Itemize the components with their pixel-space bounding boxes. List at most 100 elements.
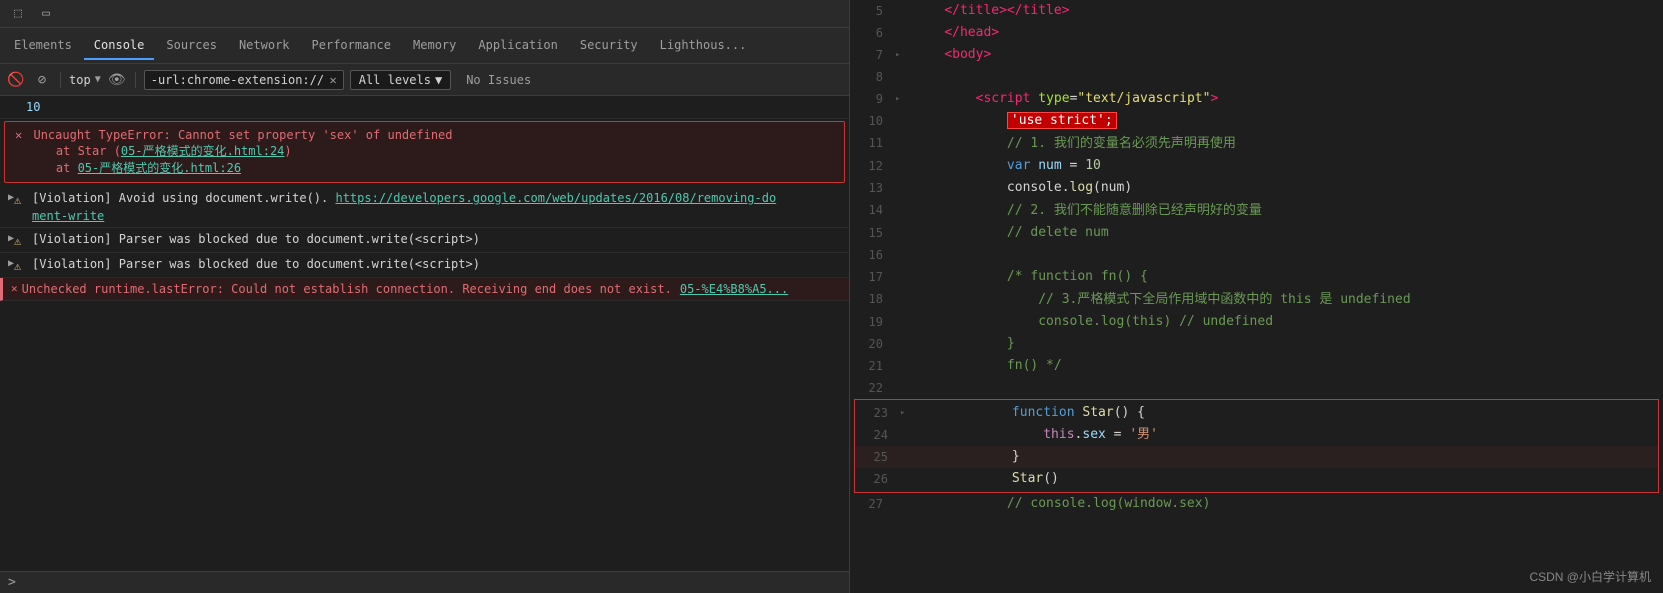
toolbar-separator	[60, 72, 61, 88]
line-number-7: 7	[850, 44, 895, 66]
line-content-19: console.log(this) // undefined	[909, 311, 1663, 333]
console-bottom-bar: >	[0, 571, 849, 593]
line-number-8: 8	[850, 66, 895, 88]
line-arrow-7: ▸	[895, 44, 909, 66]
line-number-18: 18	[850, 288, 895, 310]
context-label: top	[69, 73, 91, 87]
code-line-5: 5 </title></title>	[850, 0, 1663, 22]
devtools-topbar: ⬚ ▭	[0, 0, 849, 28]
code-line-11: 11 // 1. 我们的变量名必须先声明再使用	[850, 132, 1663, 155]
line-content-24: this.sex = '男'	[914, 424, 1658, 446]
line-content-14: // 2. 我们不能随意删除已经声明好的变量	[909, 199, 1663, 222]
tab-application[interactable]: Application	[468, 32, 567, 60]
line-content-6: </head>	[909, 22, 1663, 44]
tab-memory[interactable]: Memory	[403, 32, 466, 60]
line-number-16: 16	[850, 244, 895, 266]
console-prompt: >	[8, 575, 16, 590]
code-line-23: 23 ▸ function Star() {	[855, 402, 1658, 424]
code-line-22: 22	[850, 377, 1663, 399]
tab-network[interactable]: Network	[229, 32, 300, 60]
line-number-24: 24	[855, 424, 900, 446]
line-number-25: 25	[855, 446, 900, 468]
line-content-23: function Star() {	[914, 402, 1658, 424]
filter-input-wrap: ✕	[144, 70, 344, 90]
line-arrow-9: ▸	[895, 88, 909, 110]
line-number-20: 20	[850, 333, 895, 355]
line-content-7: <body>	[909, 44, 1663, 66]
line-number-27: 27	[850, 493, 895, 515]
line-content-25: }	[914, 446, 1658, 468]
toolbar-separator-2	[135, 72, 136, 88]
levels-arrow-icon: ▼	[435, 73, 442, 87]
code-line-19: 19 console.log(this) // undefined	[850, 311, 1663, 333]
levels-label: All levels	[359, 73, 431, 87]
console-content: 10 ✕ Uncaught TypeError: Cannot set prop…	[0, 96, 849, 571]
line-content-26: Star()	[914, 468, 1658, 490]
eye-icon[interactable]: 👁	[107, 70, 127, 90]
line-content-5: </title></title>	[909, 0, 1663, 22]
violation-text-2: [Violation] Parser was blocked due to do…	[32, 230, 480, 248]
line-content-17: /* function fn() {	[909, 266, 1663, 288]
clear-console-button[interactable]: 🚫	[6, 70, 26, 90]
error-icon: ✕	[15, 128, 22, 142]
console-violation-3: ▶ ⚠ [Violation] Parser was blocked due t…	[0, 253, 849, 278]
line-content-18: // 3.严格模式下全局作用域中函数中的 this 是 undefined	[909, 288, 1663, 311]
line-number-12: 12	[850, 155, 895, 177]
line-number-6: 6	[850, 22, 895, 44]
line-content-11: // 1. 我们的变量名必须先声明再使用	[909, 132, 1663, 155]
line-content-21: fn() */	[909, 355, 1663, 377]
line-number-10: 10	[850, 110, 895, 132]
no-issues-button[interactable]: No Issues	[457, 70, 540, 90]
console-input[interactable]	[24, 576, 841, 590]
code-line-6: 6 </head>	[850, 22, 1663, 44]
error-main-message: ✕ Uncaught TypeError: Cannot set propert…	[15, 128, 834, 142]
code-line-27: 27 // console.log(window.sex)	[850, 493, 1663, 515]
line-number-23: 23	[855, 402, 900, 424]
tab-lighthouse[interactable]: Lighthous...	[650, 32, 757, 60]
error-highlight-box: 23 ▸ function Star() { 24 this.sex = '男'…	[854, 399, 1659, 493]
console-violation-1: ▶ ⚠ [Violation] Avoid using document.wri…	[0, 187, 849, 228]
line-content-9: <script type="text/javascript">	[909, 88, 1663, 110]
code-line-24: 24 this.sex = '男'	[855, 424, 1658, 446]
unchecked-error-icon: ✕	[11, 280, 18, 298]
log-levels-button[interactable]: All levels ▼	[350, 70, 451, 90]
code-editor-panel: 5 </title></title> 6 </head> 7 ▸ <body> …	[850, 0, 1663, 593]
violation-link-1[interactable]: https://developers.google.com/web/update…	[32, 191, 776, 223]
line-number-15: 15	[850, 222, 895, 244]
devtools-tabs: Elements Console Sources Network Perform…	[0, 28, 849, 64]
code-editor: 5 </title></title> 6 </head> 7 ▸ <body> …	[850, 0, 1663, 593]
line-number-14: 14	[850, 199, 895, 221]
filter-clear-button[interactable]: ✕	[329, 73, 336, 87]
code-line-17: 17 /* function fn() {	[850, 266, 1663, 288]
warning-icon-3: ⚠	[14, 257, 28, 275]
tab-elements[interactable]: Elements	[4, 32, 82, 60]
line-number-17: 17	[850, 266, 895, 288]
console-violation-2: ▶ ⚠ [Violation] Parser was blocked due t…	[0, 228, 849, 253]
context-arrow[interactable]: ▼	[95, 74, 101, 85]
filter-input[interactable]	[151, 73, 326, 87]
device-icon[interactable]: ▭	[36, 4, 56, 24]
violation-text-3: [Violation] Parser was blocked due to do…	[32, 255, 480, 273]
code-line-16: 16	[850, 244, 1663, 266]
cursor-icon[interactable]: ⬚	[8, 4, 28, 24]
unchecked-error-text: Unchecked runtime.lastError: Could not e…	[22, 280, 672, 298]
error-link-2[interactable]: 05-严格模式的变化.html:26	[78, 161, 241, 175]
output-value: 10	[26, 98, 40, 116]
filter-toggle-button[interactable]: ⊘	[32, 70, 52, 90]
code-line-18: 18 // 3.严格模式下全局作用域中函数中的 this 是 undefined	[850, 288, 1663, 311]
code-line-10: 10 'use strict';	[850, 110, 1663, 132]
tab-sources[interactable]: Sources	[156, 32, 227, 60]
no-issues-label: No Issues	[466, 73, 531, 87]
unchecked-error-link[interactable]: 05-%E4%B8%A5...	[680, 280, 788, 298]
code-line-26: 26 Star()	[855, 468, 1658, 490]
tab-security[interactable]: Security	[570, 32, 648, 60]
tab-console[interactable]: Console	[84, 32, 155, 60]
code-line-12: 12 var num = 10	[850, 155, 1663, 177]
tab-performance[interactable]: Performance	[302, 32, 401, 60]
code-line-25: 25 }	[855, 446, 1658, 468]
code-line-13: 13 console.log(num)	[850, 177, 1663, 199]
error-stack-2: at 05-严格模式的变化.html:26	[15, 159, 834, 176]
code-line-15: 15 // delete num	[850, 222, 1663, 244]
line-content-13: console.log(num)	[909, 177, 1663, 199]
error-link-1[interactable]: 05-严格模式的变化.html:24	[121, 144, 284, 158]
